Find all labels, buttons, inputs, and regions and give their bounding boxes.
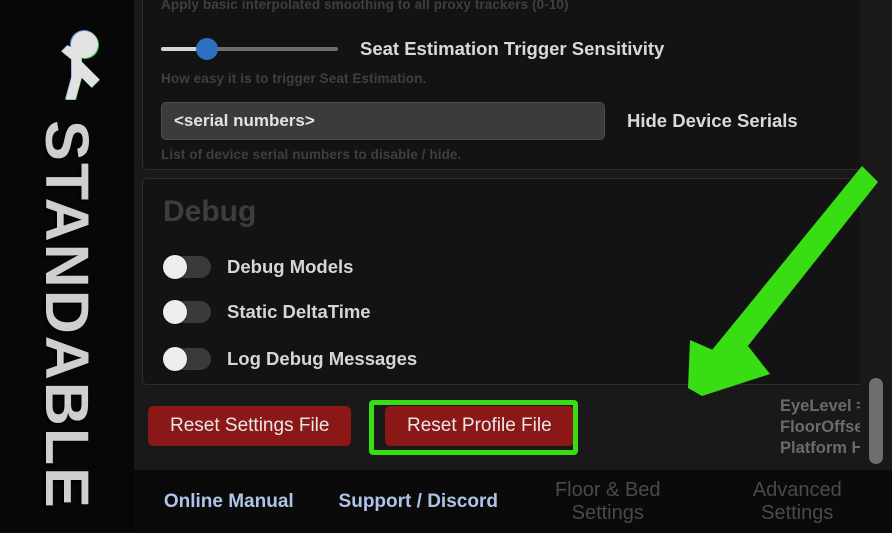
- log-debug-messages-row[interactable]: Log Debug Messages: [163, 345, 417, 373]
- nav-floor-bed-line2: Settings: [571, 501, 644, 524]
- serial-numbers-input[interactable]: <serial numbers>: [161, 102, 605, 140]
- vertical-scrollbar[interactable]: [860, 0, 892, 470]
- debug-models-toggle[interactable]: [163, 255, 211, 279]
- brand-wordmark-container: STANDABLE: [0, 120, 134, 510]
- brand-wordmark: STANDABLE: [33, 120, 102, 510]
- standing-person-icon: [30, 26, 108, 106]
- seat-sensitivity-slider[interactable]: [161, 38, 338, 60]
- reset-buttons-bar: Reset Settings File Reset Profile File: [142, 398, 868, 460]
- static-deltatime-row[interactable]: Static DeltaTime: [163, 298, 371, 326]
- seat-sensitivity-row: Seat Estimation Trigger Sensitivity: [161, 34, 851, 64]
- nav-advanced-line1: Advanced: [752, 478, 842, 501]
- nav-floor-bed-settings[interactable]: Floor & Bed Settings: [513, 479, 703, 525]
- general-settings-panel: Apply basic interpolated smoothing to al…: [142, 0, 868, 170]
- static-deltatime-label: Static DeltaTime: [227, 301, 371, 322]
- nav-online-manual[interactable]: Online Manual: [134, 490, 324, 513]
- serial-numbers-value: <serial numbers>: [174, 111, 315, 130]
- settings-scroll-area[interactable]: Apply basic interpolated smoothing to al…: [134, 0, 892, 470]
- toggle-knob: [163, 347, 187, 371]
- log-debug-messages-toggle[interactable]: [163, 347, 211, 371]
- nav-advanced-line2: Settings: [761, 501, 834, 524]
- hide-serials-hint: List of device serial numbers to disable…: [161, 147, 462, 162]
- toggle-knob: [163, 300, 187, 324]
- scrollbar-thumb[interactable]: [869, 378, 883, 464]
- bottom-navigation: Online Manual Support / Discord Floor & …: [134, 470, 892, 533]
- hide-serials-row: <serial numbers> Hide Device Serials: [161, 102, 798, 140]
- nav-advanced-settings[interactable]: Advanced Settings: [703, 479, 892, 525]
- toggle-knob: [163, 255, 187, 279]
- smoothing-hint: Apply basic interpolated smoothing to al…: [161, 0, 569, 12]
- hide-serials-label: Hide Device Serials: [627, 110, 798, 131]
- reset-settings-file-button[interactable]: Reset Settings File: [148, 406, 352, 446]
- seat-sensitivity-hint: How easy it is to trigger Seat Estimatio…: [161, 71, 427, 86]
- static-deltatime-toggle[interactable]: [163, 300, 211, 324]
- debug-panel: Debug Debug Models Static DeltaTime Log …: [142, 178, 868, 385]
- sidebar: STANDABLE: [0, 0, 134, 533]
- debug-models-label: Debug Models: [227, 256, 354, 277]
- debug-models-row[interactable]: Debug Models: [163, 253, 353, 281]
- log-debug-messages-label: Log Debug Messages: [227, 348, 418, 369]
- app-window: STANDABLE Apply basic interpolated smoot…: [0, 0, 892, 533]
- slider-thumb[interactable]: [196, 38, 219, 60]
- debug-section-title: Debug: [163, 195, 257, 228]
- nav-support-discord[interactable]: Support / Discord: [324, 490, 514, 513]
- seat-sensitivity-label: Seat Estimation Trigger Sensitivity: [360, 38, 665, 59]
- nav-floor-bed-line1: Floor & Bed: [554, 478, 661, 501]
- reset-profile-file-button[interactable]: Reset Profile File: [385, 406, 574, 446]
